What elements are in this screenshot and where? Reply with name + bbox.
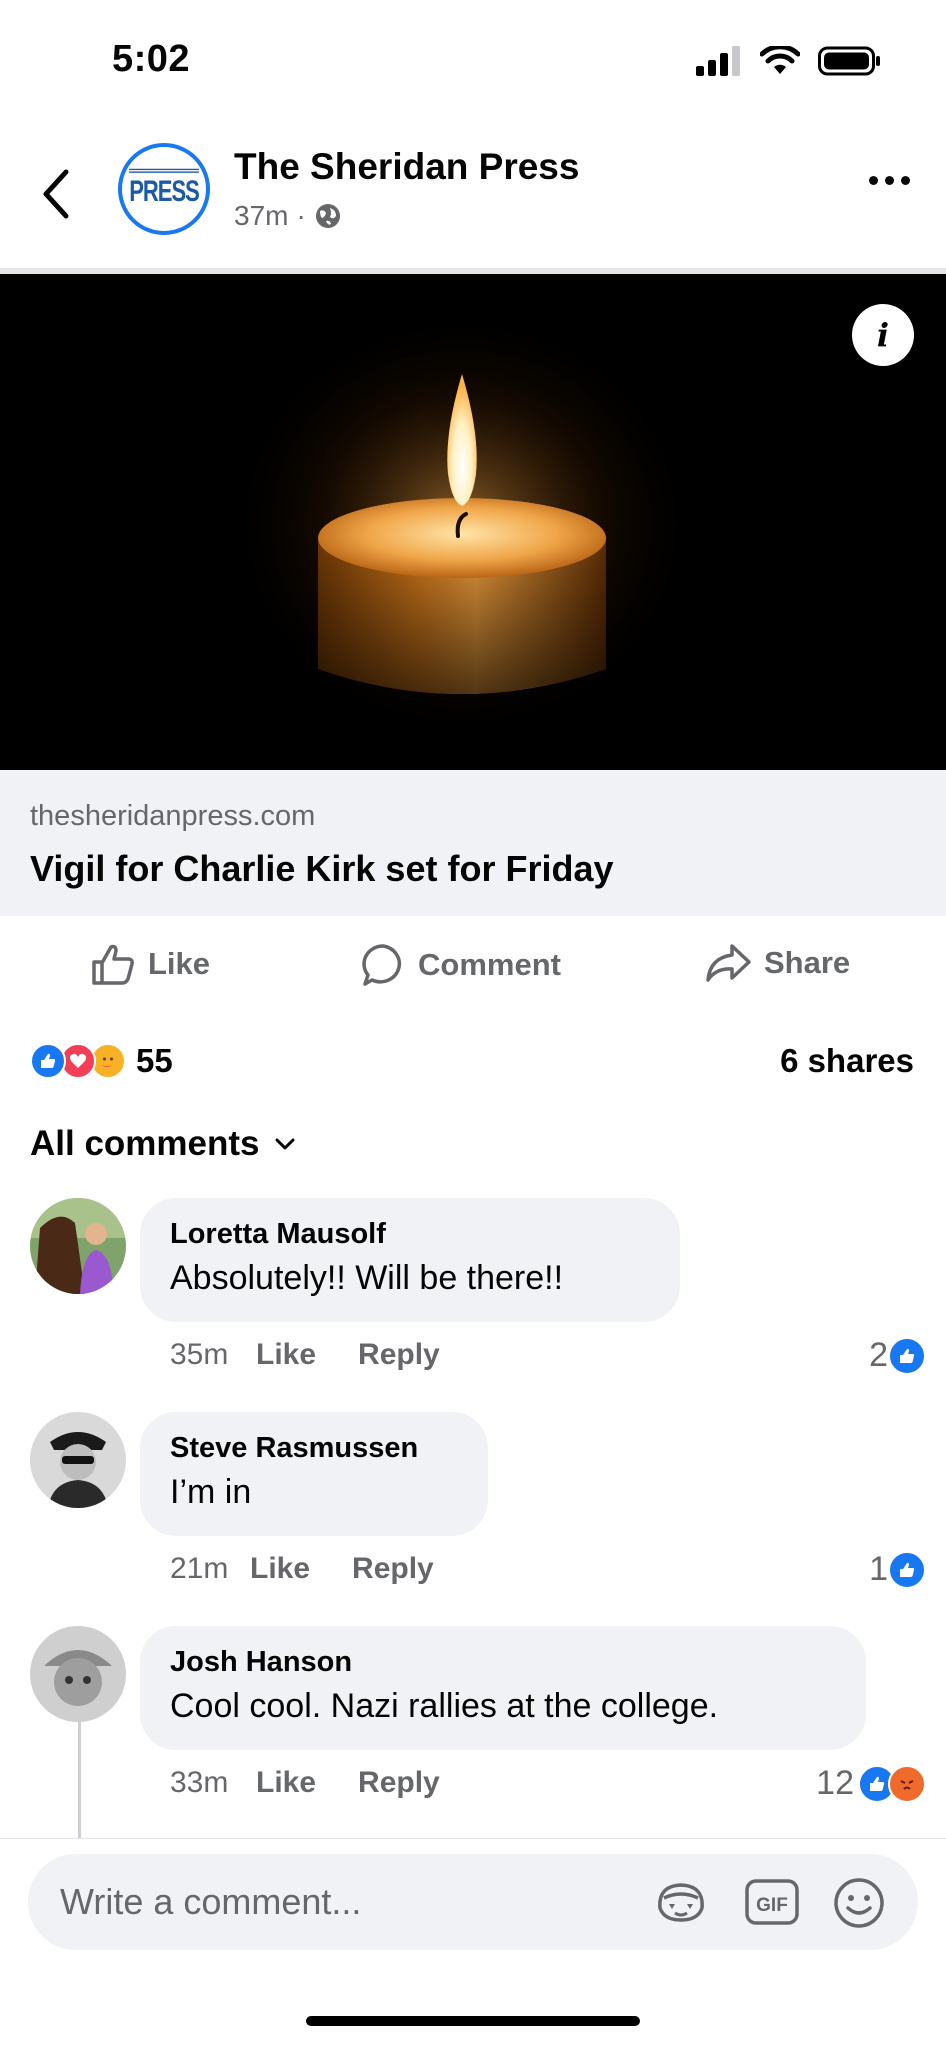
reaction-summary[interactable]: 55 — [30, 1042, 173, 1080]
comment-meta: 35m Like Reply — [170, 1338, 440, 1372]
comment-bubble[interactable]: Loretta Mausolf Absolutely!! Will be the… — [140, 1198, 680, 1322]
chevron-left-icon — [43, 169, 69, 219]
comments-filter-label: All comments — [30, 1124, 260, 1163]
comments-filter[interactable]: All comments — [30, 1124, 296, 1164]
comment-author[interactable]: Steve Rasmussen — [170, 1430, 458, 1466]
comment-reaction-count: 12 — [816, 1764, 854, 1802]
comment-icon — [362, 944, 402, 986]
link-title[interactable]: Vigil for Charlie Kirk set for Friday — [30, 848, 614, 890]
comment-author[interactable]: Loretta Mausolf — [170, 1216, 650, 1252]
comment-button[interactable]: Comment — [360, 942, 561, 988]
avatar-photo — [30, 1626, 126, 1722]
home-indicator — [306, 2016, 640, 2026]
comment-input[interactable] — [60, 1876, 620, 1928]
avatar[interactable] — [30, 1412, 126, 1508]
comment-reactions[interactable]: 2 — [869, 1336, 926, 1375]
comment-text: I’m in — [170, 1473, 252, 1511]
comment-text: Cool cool. Nazi rallies at the college. — [170, 1687, 719, 1725]
status-time: 5:02 — [112, 38, 191, 80]
info-button[interactable]: i — [852, 304, 914, 366]
comment-bubble[interactable]: Steve Rasmussen I’m in — [140, 1412, 488, 1536]
cellular-signal-icon — [696, 46, 740, 76]
share-icon — [706, 944, 751, 982]
gif-button[interactable]: GIF — [744, 1878, 800, 1931]
page-avatar[interactable]: PRESS — [118, 143, 210, 235]
link-domain: thesheridanpress.com — [30, 800, 316, 832]
share-label: Share — [764, 945, 851, 980]
like-label: Like — [148, 946, 211, 981]
back-button[interactable] — [36, 166, 76, 222]
page-logo-text: PRESS — [129, 168, 200, 210]
comment-reply-button[interactable]: Reply — [358, 1766, 440, 1800]
comment-label: Comment — [418, 947, 561, 982]
comment-time: 35m — [170, 1338, 229, 1371]
comment-text: Absolutely!! Will be there!! — [170, 1259, 564, 1297]
comment-time: 33m — [170, 1766, 229, 1799]
post-image[interactable]: i — [0, 274, 946, 770]
post-timestamp: 37m — [234, 200, 289, 231]
battery-icon — [818, 46, 880, 76]
more-horizontal-icon — [869, 176, 878, 185]
emoji-button[interactable] — [832, 1876, 886, 1935]
reply-thread-line — [78, 1722, 81, 1840]
svg-text:GIF: GIF — [756, 1895, 788, 1916]
link-preview[interactable] — [0, 770, 946, 916]
comment-meta: 21m Like Reply — [170, 1552, 434, 1586]
comment-reply-button[interactable]: Reply — [358, 1338, 440, 1372]
candle-image — [222, 304, 702, 744]
like-reaction-icon — [888, 1336, 926, 1375]
post-meta: 37m · — [234, 200, 342, 232]
comment-meta: 33m Like Reply — [170, 1766, 440, 1800]
avatar-sticker-icon — [658, 1883, 704, 1922]
reaction-count: 55 — [136, 1042, 173, 1079]
avatar[interactable] — [30, 1198, 126, 1294]
emoji-icon — [834, 1878, 884, 1928]
shares-count[interactable]: 6 shares — [780, 1042, 914, 1080]
avatar-sticker-button[interactable] — [654, 1880, 708, 1929]
wifi-icon — [760, 46, 800, 74]
like-reaction-icon — [888, 1550, 926, 1589]
comment-reactions[interactable]: 1 — [869, 1550, 926, 1589]
comment-reactions[interactable]: 12 — [816, 1764, 926, 1803]
globe-icon — [315, 204, 340, 228]
info-icon: i — [876, 316, 890, 354]
like-button[interactable]: Like — [90, 942, 210, 986]
more-options-button[interactable] — [869, 176, 910, 185]
comment-like-button[interactable]: Like — [256, 1338, 316, 1372]
dot — [901, 176, 910, 185]
comment-reaction-count: 2 — [869, 1336, 888, 1374]
share-button[interactable]: Share — [704, 942, 850, 984]
comment-time: 21m — [170, 1552, 229, 1585]
thumbs-up-icon — [92, 944, 134, 985]
status-icons — [696, 46, 882, 76]
avatar-photo — [30, 1198, 126, 1294]
dot — [885, 176, 894, 185]
comment-reply-button[interactable]: Reply — [352, 1552, 434, 1586]
like-reaction-icon — [30, 1043, 66, 1079]
comment-reaction-count: 1 — [869, 1550, 888, 1588]
gif-icon: GIF — [745, 1879, 799, 1925]
comment-like-button[interactable]: Like — [256, 1766, 316, 1800]
comment-author[interactable]: Josh Hanson — [170, 1644, 836, 1680]
chevron-down-icon — [275, 1138, 294, 1150]
comment-bubble[interactable]: Josh Hanson Cool cool. Nazi rallies at t… — [140, 1626, 866, 1750]
page-name[interactable]: The Sheridan Press — [234, 146, 579, 188]
meta-separator: · — [296, 200, 306, 231]
angry-reaction-icon — [888, 1764, 926, 1803]
avatar-photo — [30, 1412, 126, 1508]
avatar[interactable] — [30, 1626, 126, 1722]
comment-like-button[interactable]: Like — [250, 1552, 310, 1586]
